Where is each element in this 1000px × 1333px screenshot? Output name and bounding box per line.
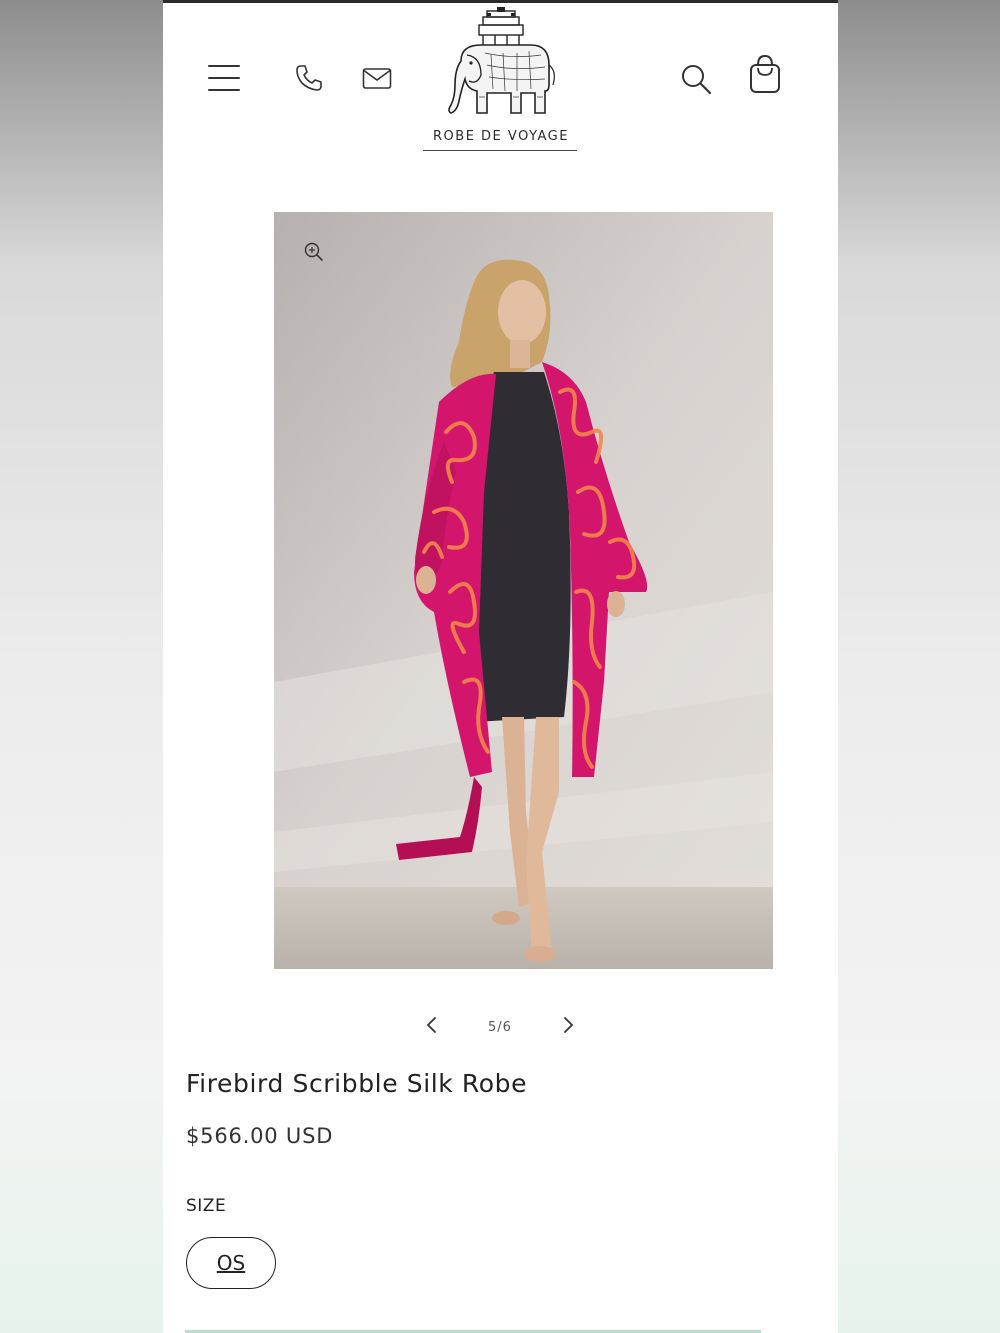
product-image[interactable]: [274, 212, 773, 969]
product-page: ROBE DE VOYAGE 5/6 Firebird Scribble Sil…: [163, 0, 838, 1333]
product-photo-illustration: [274, 212, 773, 969]
product-title: Firebird Scribble Silk Robe: [186, 1069, 528, 1098]
gallery-pager: 5/6: [425, 1015, 575, 1039]
background-left: [0, 0, 163, 1333]
search-icon[interactable]: [680, 63, 712, 95]
background-right: [838, 0, 1000, 1333]
brand-name: ROBE DE VOYAGE: [433, 129, 569, 144]
size-option-os[interactable]: OS: [186, 1237, 276, 1289]
menu-icon[interactable]: [207, 63, 241, 93]
elephant-logo-icon: [448, 7, 555, 114]
brand-logo[interactable]: ROBE DE VOYAGE: [421, 5, 581, 153]
mail-icon[interactable]: [362, 67, 392, 91]
gallery-counter: 5/6: [488, 1019, 512, 1035]
shopping-bag-icon[interactable]: [748, 53, 782, 95]
phone-icon[interactable]: [294, 63, 324, 93]
chevron-left-icon[interactable]: [425, 1016, 439, 1039]
size-label: SIZE: [186, 1196, 227, 1216]
product-price: $566.00 USD: [186, 1124, 334, 1148]
zoom-icon[interactable]: [304, 242, 324, 267]
chevron-right-icon[interactable]: [561, 1016, 575, 1039]
logo-underline: [423, 150, 577, 151]
